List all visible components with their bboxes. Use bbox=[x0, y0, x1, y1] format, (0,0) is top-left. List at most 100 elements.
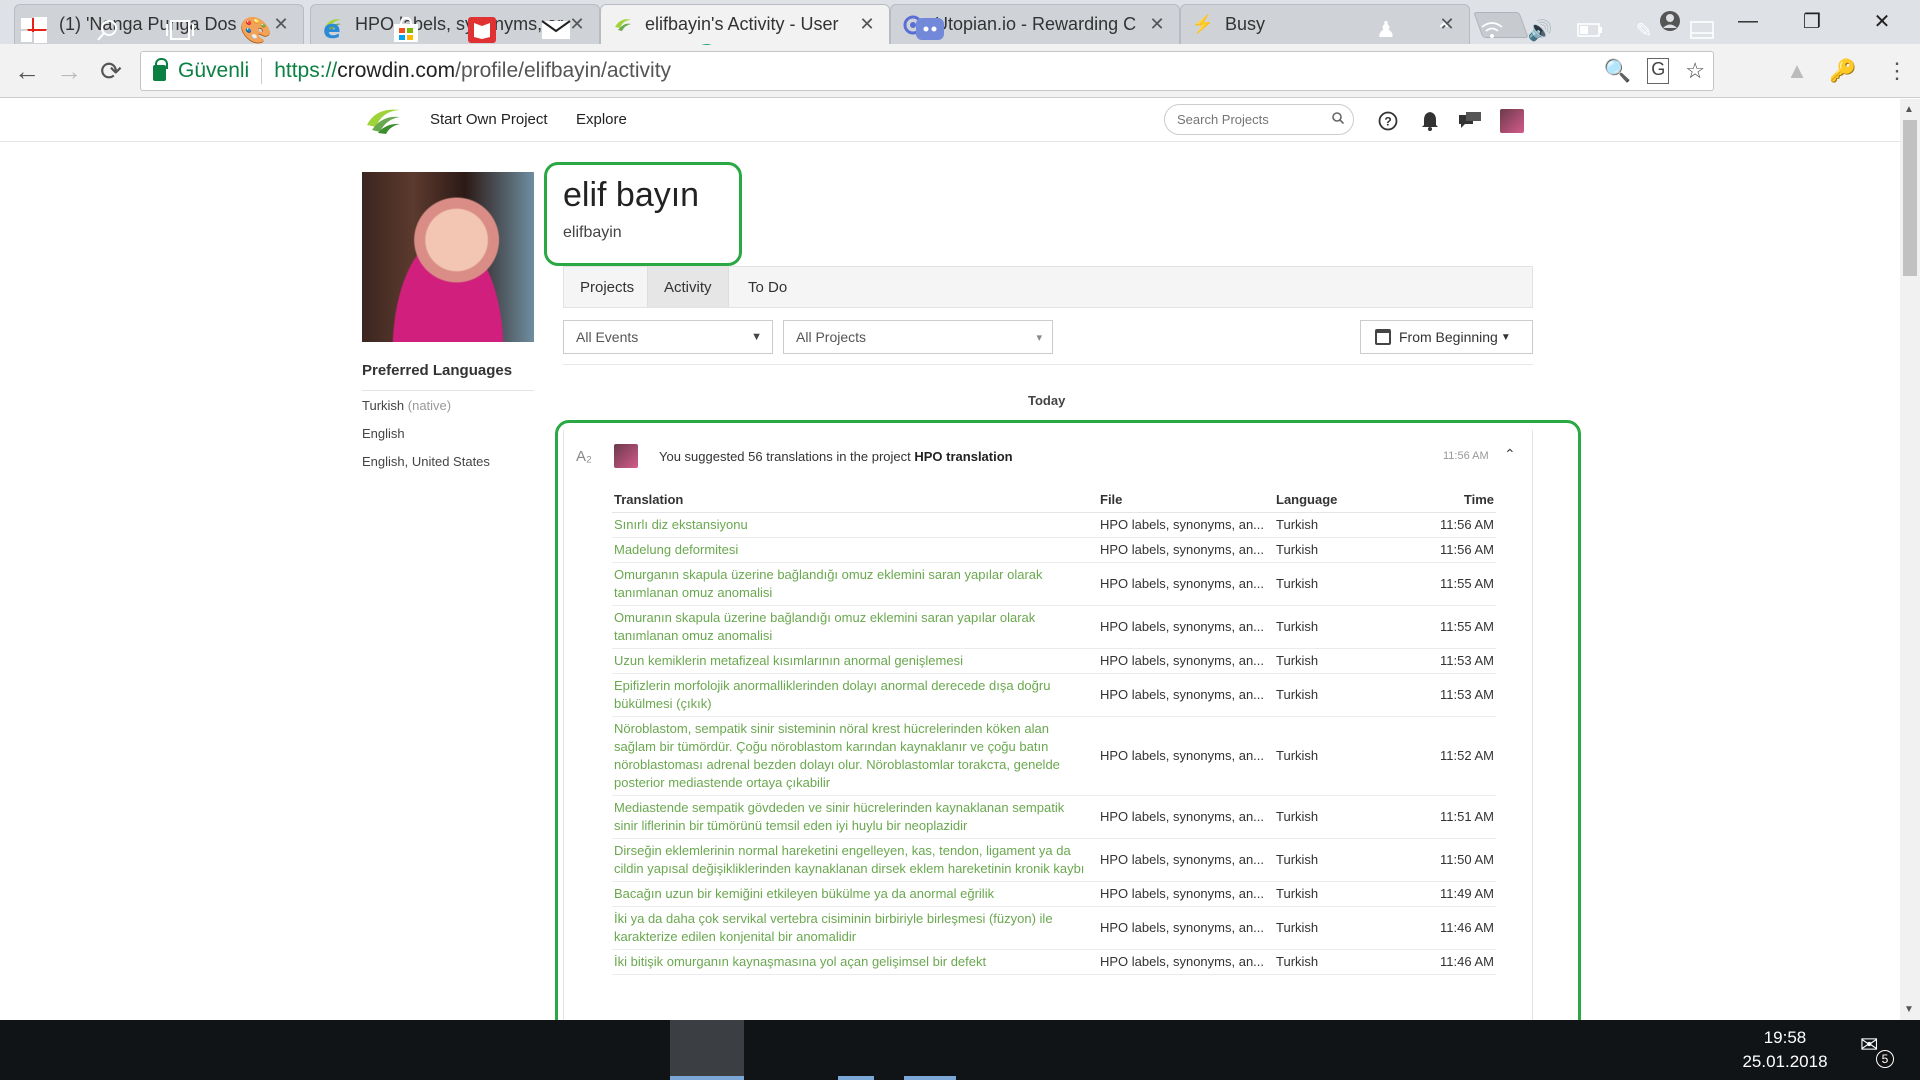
key-extension-icon[interactable]: 🔑 bbox=[1828, 56, 1858, 86]
highlight-annotation bbox=[544, 162, 742, 266]
profile-tabs: Projects Activity To Do bbox=[563, 266, 1533, 308]
tab-title: Busy bbox=[1225, 14, 1266, 34]
user-avatar[interactable] bbox=[1500, 109, 1524, 133]
dropdown-caret-icon: ▾ bbox=[1036, 332, 1042, 344]
clock-date: 25.01.2018 bbox=[1742, 1052, 1828, 1071]
scroll-up-arrow-icon[interactable]: ▲ bbox=[1904, 104, 1914, 115]
tab-activity[interactable]: Activity bbox=[647, 267, 729, 307]
address-bar[interactable]: Güvenli https:// crowdin.com /profile/el… bbox=[140, 51, 1714, 91]
mail-icon[interactable] bbox=[538, 12, 574, 48]
reader-app-icon[interactable] bbox=[464, 12, 500, 48]
search-projects-input[interactable] bbox=[1164, 104, 1354, 135]
highlight-annotation bbox=[555, 420, 1581, 1065]
keyboard-display-icon[interactable] bbox=[1684, 12, 1720, 48]
back-button[interactable]: ← bbox=[10, 54, 44, 88]
close-icon[interactable]: ✕ bbox=[271, 14, 291, 35]
translate-icon[interactable]: G bbox=[1647, 58, 1670, 84]
bookmark-star-icon[interactable]: ☆ bbox=[1685, 58, 1705, 84]
forward-button[interactable]: → bbox=[52, 54, 86, 88]
tab-title: (1) 'Nanga Punga Dos bbox=[59, 14, 237, 34]
date-filter-value: From Beginning bbox=[1399, 329, 1498, 345]
omnibox-actions: 🔍 G ☆ bbox=[1604, 58, 1705, 84]
secure-label: Güvenli bbox=[178, 59, 250, 82]
taskbar-running-indicator bbox=[904, 1076, 956, 1080]
day-label: Today bbox=[1028, 393, 1066, 408]
projects-filter-select[interactable]: All Projects ▾ bbox=[783, 320, 1053, 354]
battery-icon[interactable] bbox=[1572, 12, 1608, 48]
close-icon[interactable]: ✕ bbox=[857, 14, 877, 35]
taskbar-running-indicator bbox=[838, 1076, 874, 1080]
menu-icon[interactable]: ⋮ bbox=[1882, 56, 1912, 86]
language-note: (native) bbox=[407, 398, 452, 413]
language-name: Turkish bbox=[362, 398, 405, 413]
calendar-icon bbox=[1375, 329, 1391, 345]
scrollbar-thumb[interactable] bbox=[1903, 120, 1917, 276]
nav-start-own-project[interactable]: Start Own Project bbox=[430, 111, 548, 128]
tab-title: HPO labels, synonyms, ar bbox=[355, 14, 564, 34]
edge-browser-icon[interactable]: e bbox=[314, 12, 350, 48]
zoom-icon[interactable]: 🔍 bbox=[1604, 58, 1631, 84]
projects-filter-value: All Projects bbox=[796, 329, 867, 345]
volume-icon[interactable]: 🔊 bbox=[1522, 12, 1558, 48]
wifi-icon[interactable] bbox=[1474, 12, 1510, 48]
language-item: English bbox=[362, 426, 405, 441]
scroll-down-arrow-icon[interactable]: ▼ bbox=[1904, 1004, 1914, 1015]
windows-start-icon[interactable] bbox=[16, 12, 52, 48]
language-name: English, United States bbox=[362, 454, 490, 469]
discord-app-icon[interactable] bbox=[912, 12, 948, 48]
language-name: English bbox=[362, 426, 405, 441]
tray-chevron-up-icon[interactable]: ⌃ bbox=[1426, 12, 1462, 48]
date-filter-button[interactable]: From Beginning ▼ bbox=[1360, 320, 1533, 354]
url-scheme: https:// bbox=[274, 59, 338, 82]
notifications-bell-icon[interactable] bbox=[1418, 109, 1442, 133]
drive-extension-icon[interactable]: ▲ bbox=[1782, 56, 1812, 86]
dropdown-caret-icon: ▼ bbox=[1500, 331, 1511, 343]
store-icon[interactable] bbox=[388, 12, 424, 48]
preferred-languages-title: Preferred Languages bbox=[362, 362, 513, 379]
search-icon[interactable] bbox=[1332, 112, 1344, 124]
crowdin-logo[interactable] bbox=[364, 105, 402, 135]
nav-explore[interactable]: Explore bbox=[576, 111, 627, 128]
paint-app-icon[interactable]: 🎨 bbox=[238, 12, 274, 48]
lock-icon bbox=[153, 58, 168, 81]
url-host: crowdin.com bbox=[337, 59, 456, 82]
pen-ink-icon[interactable]: ✎ bbox=[1626, 12, 1662, 48]
url-separator bbox=[261, 58, 263, 84]
language-item: Turkish (native) bbox=[362, 398, 451, 413]
task-view-icon[interactable] bbox=[162, 12, 198, 48]
messages-icon[interactable] bbox=[1458, 109, 1482, 133]
restore-button[interactable]: ❐ bbox=[1782, 6, 1842, 36]
people-icon[interactable]: ♟ bbox=[1368, 12, 1404, 48]
site-header: Start Own Project Explore ? bbox=[0, 99, 1900, 142]
tab-projects[interactable]: Projects bbox=[564, 267, 650, 307]
profile-photo bbox=[362, 172, 534, 342]
tab-title: Utopian.io - Rewarding C bbox=[935, 14, 1137, 34]
events-filter-value: All Events bbox=[576, 329, 639, 345]
secure-indicator[interactable]: Güvenli bbox=[153, 58, 250, 83]
tab-todo[interactable]: To Do bbox=[732, 267, 803, 307]
windows-taskbar bbox=[0, 1020, 1920, 1080]
language-item: English, United States bbox=[362, 454, 490, 469]
events-filter-select[interactable]: All Events ▼ bbox=[563, 320, 773, 354]
search-icon[interactable] bbox=[90, 12, 126, 48]
clock-time: 19:58 bbox=[1763, 1028, 1807, 1047]
help-icon[interactable]: ? bbox=[1376, 109, 1400, 133]
system-clock[interactable]: 19:58 25.01.2018 bbox=[1740, 1026, 1830, 1074]
tab-title: elifbayin's Activity - User bbox=[645, 14, 839, 34]
busy-icon: ⚡ bbox=[1191, 14, 1215, 34]
close-window-button[interactable]: ✕ bbox=[1852, 6, 1912, 36]
divider bbox=[563, 364, 1533, 365]
minimize-button[interactable]: — bbox=[1718, 6, 1778, 36]
svg-text:?: ? bbox=[1384, 115, 1391, 129]
notification-count-badge: 5 bbox=[1876, 1050, 1894, 1068]
taskbar-running-indicator bbox=[670, 1076, 744, 1080]
dropdown-caret-icon: ▼ bbox=[751, 331, 762, 343]
divider bbox=[362, 390, 534, 391]
crowdin-icon bbox=[613, 15, 633, 35]
url-path: /profile/elifbayin/activity bbox=[455, 59, 672, 82]
reload-button[interactable]: ⟳ bbox=[94, 54, 128, 88]
browser-tab-activity[interactable]: elifbayin's Activity - User ✕ bbox=[600, 4, 890, 44]
close-icon[interactable]: ✕ bbox=[1147, 14, 1167, 35]
taskbar-active-app-highlight bbox=[670, 1020, 744, 1080]
browser-toolbar: ← → ⟳ Güvenli https:// crowdin.com /prof… bbox=[0, 44, 1920, 98]
